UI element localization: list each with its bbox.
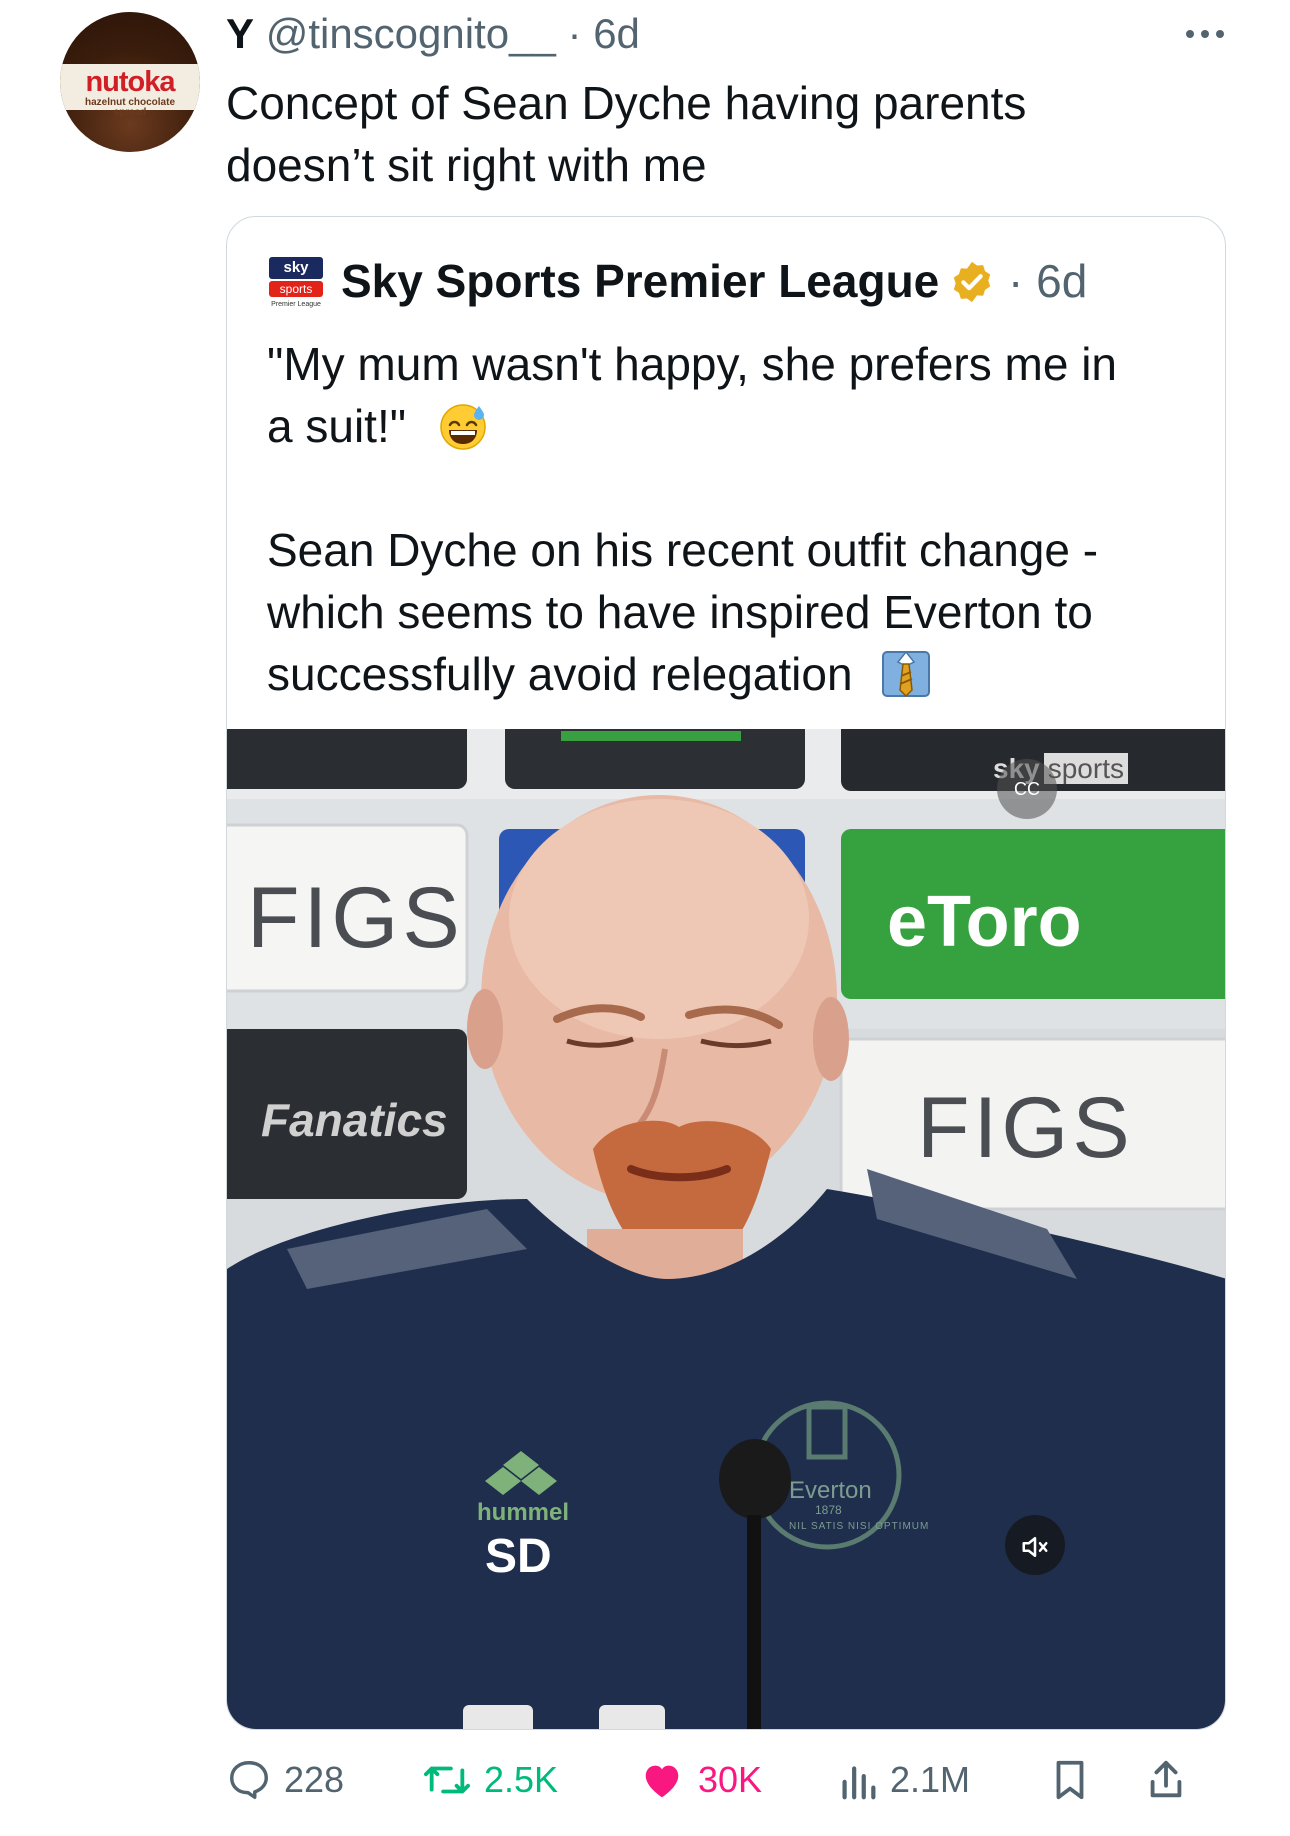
quote-text-fragment: successfully avoid relegation — [267, 648, 853, 700]
quote-text-line: which seems to have inspired Everton to — [267, 586, 1093, 638]
speaker-muted-icon[interactable] — [1005, 1515, 1065, 1575]
tweet-header: Y @tinscognito__ · 6d — [226, 10, 640, 58]
views-icon — [842, 1766, 876, 1800]
display-name[interactable]: Y — [226, 10, 254, 57]
quote-text-line-5: successfully avoid relegation — [267, 643, 1197, 705]
captions-button[interactable]: CC — [997, 759, 1057, 819]
like-button[interactable]: 30K — [638, 1752, 762, 1808]
reply-count: 228 — [284, 1759, 345, 1800]
kit-brand: hummel — [477, 1499, 570, 1526]
separator-dot: · — [1008, 255, 1024, 307]
quote-display-name[interactable]: Sky Sports Premier League — [341, 255, 939, 307]
reply-icon — [230, 1761, 268, 1799]
quote-text-line: Sean Dyche on his recent outfit change - — [267, 524, 1099, 576]
avatar-brand: nutoka — [85, 66, 175, 98]
views-count: 2.1M — [890, 1759, 971, 1800]
logo-sky: sky — [269, 257, 323, 279]
avatar-subtitle: hazelnut chocolate spread — [84, 97, 175, 118]
watermark-sports: sports — [1043, 753, 1128, 784]
quote-timestamp[interactable]: 6d — [1036, 255, 1087, 307]
verified-badge-icon — [954, 261, 991, 303]
quote-text: "My mum wasn't happy, she prefers me in … — [267, 333, 1197, 705]
sponsor-figs-right: FIGS — [917, 1080, 1134, 1176]
video-player[interactable]: FIGS eToro Fanatics FIGS skysports CC hu… — [227, 729, 1225, 1729]
retweet-icon — [423, 1766, 470, 1794]
views-button[interactable]: 2.1M — [838, 1752, 970, 1808]
sky-sports-avatar[interactable]: sky sports Premier League — [269, 257, 323, 315]
retweet-count: 2.5K — [484, 1759, 559, 1800]
tweet-text: Concept of Sean Dyche having parents doe… — [226, 72, 1226, 196]
logo-premier-league: Premier League — [271, 301, 321, 308]
quote-text-line-2: a suit!" — [267, 395, 1197, 457]
bookmark-button[interactable] — [1050, 1752, 1090, 1808]
sweat-smile-emoji — [440, 404, 486, 450]
sponsor-figs-top: FIGS — [247, 870, 464, 966]
share-button[interactable] — [1146, 1752, 1186, 1808]
dot — [1201, 30, 1209, 38]
quoted-tweet-card[interactable]: sky sports Premier League Sky Sports Pre… — [226, 216, 1226, 1730]
share-icon — [1150, 1760, 1182, 1798]
heart-icon — [645, 1765, 679, 1798]
quote-header: Sky Sports Premier League · 6d — [341, 247, 1087, 315]
sponsor-etoro: eToro — [887, 882, 1082, 962]
tweet-timestamp[interactable]: 6d — [593, 10, 640, 57]
dot — [1186, 30, 1194, 38]
tweet-text-line: doesn’t sit right with me — [226, 139, 707, 191]
tweet-text-line: Concept of Sean Dyche having parents — [226, 77, 1027, 129]
quote-text-line: "My mum wasn't happy, she prefers me in — [267, 338, 1118, 390]
separator-dot: · — [567, 10, 582, 57]
necktie-emoji — [882, 650, 931, 698]
quote-text-fragment: a suit!" — [267, 400, 407, 452]
more-dots-icon[interactable] — [1180, 14, 1230, 54]
reply-button[interactable]: 228 — [226, 1752, 344, 1808]
tweet-actions: 228 2.5K 30K 2.1M — [226, 1752, 1226, 1808]
retweet-button[interactable]: 2.5K — [422, 1752, 558, 1808]
mute-glyph — [1022, 1537, 1048, 1558]
logo-sports: sports — [269, 281, 323, 297]
sponsor-fanatics: Fanatics — [261, 1094, 448, 1146]
crest-motto: NIL SATIS NISI OPTIMUM — [789, 1521, 930, 1532]
kit-initials: SD — [485, 1530, 552, 1583]
avatar[interactable]: nutoka hazelnut chocolate spread — [60, 12, 200, 152]
crest-year: 1878 — [815, 1503, 842, 1517]
like-count: 30K — [698, 1759, 763, 1800]
user-handle[interactable]: @tinscognito__ — [266, 10, 556, 57]
dot — [1216, 30, 1224, 38]
bookmark-icon — [1056, 1760, 1084, 1800]
crest-name: Everton — [789, 1477, 872, 1504]
